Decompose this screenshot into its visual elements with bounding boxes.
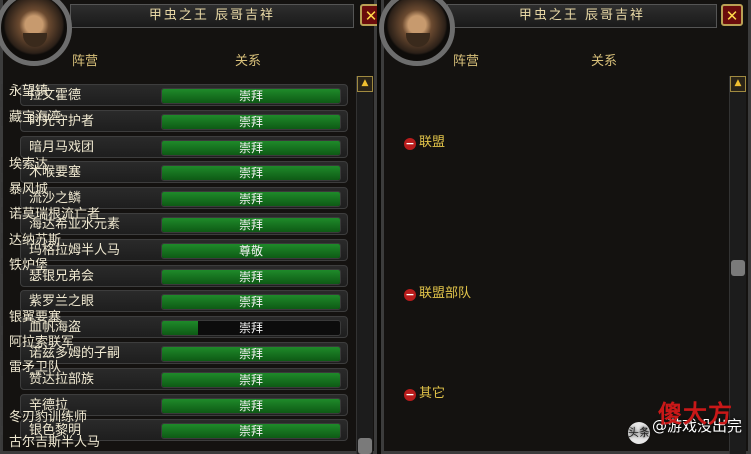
faction-row[interactable]: 银翼要塞崇拜: [0, 306, 61, 328]
reputation-bar: 崇拜: [1, 410, 3, 426]
standing-label: 崇拜: [238, 295, 263, 310]
reputation-bar: 崇拜: [161, 88, 341, 104]
collapse-minus-icon[interactable]: −: [404, 389, 416, 401]
reputation-bar: 崇拜: [1, 157, 3, 173]
window-title: 甲虫之王 辰哥吉祥: [447, 4, 717, 28]
standing-label: 崇拜: [238, 140, 263, 155]
standing-label: 崇拜: [238, 218, 263, 232]
faction-row[interactable]: 埃索达崇拜: [0, 153, 48, 175]
reputation-bar: 崇拜: [1, 257, 3, 274]
column-header-relation: 关系: [235, 54, 262, 69]
faction-row[interactable]: 木喉要塞 崇拜: [20, 161, 348, 184]
reputation-bar: 崇拜: [161, 294, 341, 311]
reputation-panel-left: 甲虫之王 辰哥吉祥 ✕ 阵营 关系 ▲ 拉文霍德 崇拜 时光守护者 崇拜 暗月马戏团 崇拜…: [0, 0, 377, 454]
faction-name: 暴风城: [9, 182, 49, 198]
standing-label: 崇拜: [238, 89, 263, 103]
faction-name: 古尔吉斯半人马: [9, 435, 101, 451]
column-header-relation: 关系: [591, 54, 618, 69]
reputation-bar: 崇拜: [1, 110, 3, 126]
faction-row[interactable]: 拉文霍德 崇拜: [20, 84, 348, 106]
reputation-bar: 崇拜: [1, 84, 3, 100]
reputation-bar: 崇拜: [161, 397, 341, 414]
reputation-bar: 崇拜: [161, 423, 341, 440]
reputation-bar: 崇拜: [161, 165, 341, 182]
close-button[interactable]: ✕: [721, 4, 743, 26]
faction-name: 雷矛卫队: [9, 360, 62, 376]
group-header-label: 联盟部队: [419, 286, 472, 301]
standing-label: 崇拜: [238, 398, 263, 413]
standing-label: 崇拜: [238, 372, 263, 387]
reputation-bar: 崇拜: [161, 346, 341, 362]
scrollbar-thumb[interactable]: [731, 260, 745, 276]
reputation-bar: 崇拜: [1, 232, 3, 249]
faction-name: 阿拉索联军: [9, 335, 75, 351]
standing-label: 尊敬: [238, 243, 263, 258]
standing-label: 崇拜: [238, 192, 263, 207]
group-header-label: 联盟: [419, 135, 446, 150]
standing-label: 崇拜: [238, 321, 263, 336]
scroll-up-arrow-icon[interactable]: ▲: [357, 76, 373, 92]
standing-label: 崇拜: [238, 424, 263, 439]
faction-name: 藏宝海湾: [9, 110, 62, 125]
standing-label: 崇拜: [238, 269, 263, 284]
reputation-bar: 尊敬: [161, 242, 341, 259]
column-header-faction: 阵营: [72, 54, 99, 69]
faction-name: 银翼要塞: [9, 310, 62, 325]
group-header-alliance[interactable]: − 联盟: [404, 133, 445, 153]
reputation-bar: 崇拜: [161, 217, 341, 233]
faction-name: 达纳苏斯: [9, 232, 62, 248]
faction-row[interactable]: 雷矛卫队崇拜: [0, 356, 61, 379]
watermark-logo-icon: 头条: [628, 422, 650, 444]
faction-row[interactable]: 冬刃豹训练师崇拜: [0, 406, 87, 428]
faction-row[interactable]: 铁炉堡崇拜: [0, 253, 48, 276]
watermark-brand: 傻大方: [658, 400, 733, 428]
scroll-up-arrow-icon[interactable]: ▲: [730, 76, 746, 92]
faction-row[interactable]: 永望镇崇拜: [0, 80, 48, 102]
reputation-bar: 崇拜: [161, 139, 341, 156]
reputation-bar: 崇拜: [161, 320, 341, 337]
reputation-bar: 崇拜: [161, 268, 341, 285]
faction-row[interactable]: 诺莫瑞根流亡者崇拜: [0, 203, 100, 226]
faction-name: 暗月马戏团: [29, 139, 95, 155]
reputation-bar: 尊敬: [1, 435, 3, 452]
column-header-faction: 阵营: [453, 54, 480, 69]
reputation-bar: 崇拜: [1, 207, 3, 224]
watermark: 头条 @游戏没出完 傻大方: [628, 400, 744, 444]
faction-row[interactable]: 达纳苏斯崇拜: [0, 228, 61, 251]
group-header-other[interactable]: − 其它: [404, 384, 445, 404]
scrollbar-thumb[interactable]: [358, 438, 372, 454]
collapse-minus-icon[interactable]: −: [404, 138, 416, 150]
faction-name: 埃索达: [9, 157, 49, 172]
faction-row[interactable]: 紫罗兰之眼 崇拜: [20, 290, 348, 313]
window-title: 甲虫之王 辰哥吉祥: [70, 4, 354, 28]
faction-row[interactable]: 瑟银兄弟会 崇拜: [20, 264, 348, 287]
reputation-bar: 崇拜: [1, 335, 3, 352]
reputation-bar: 崇拜: [161, 371, 341, 388]
reputation-bar: 崇拜: [1, 310, 3, 326]
faction-name: 诺莫瑞根流亡者: [9, 207, 101, 223]
reputation-bar: 崇拜: [161, 113, 341, 130]
reputation-bar: 崇拜: [1, 182, 3, 199]
faction-name: 永望镇: [9, 84, 49, 99]
faction-name: 铁炉堡: [9, 257, 49, 273]
faction-row[interactable]: 玛格拉姆半人马 尊敬: [20, 238, 348, 261]
reputation-bar: 崇拜: [1, 360, 3, 377]
faction-row[interactable]: 暗月马戏团 崇拜: [20, 135, 348, 158]
faction-row[interactable]: 暴风城崇拜: [0, 178, 48, 201]
reputation-bar: 崇拜: [161, 191, 341, 208]
standing-label: 崇拜: [238, 347, 263, 361]
standing-label: 崇拜: [238, 114, 263, 129]
faction-row[interactable]: 赞达拉部族 崇拜: [20, 367, 348, 390]
faction-row[interactable]: 古尔吉斯半人马尊敬: [0, 431, 100, 454]
faction-row[interactable]: 藏宝海湾崇拜: [0, 106, 61, 128]
faction-name: 冬刃豹训练师: [9, 410, 88, 425]
faction-row[interactable]: 时光守护者 崇拜: [20, 109, 348, 132]
standing-label: 崇拜: [238, 166, 263, 181]
faction-row[interactable]: 阿拉索联军崇拜: [0, 331, 74, 354]
group-header-label: 其它: [419, 386, 446, 401]
scrollbar[interactable]: ▲: [356, 76, 373, 454]
group-header-alliance-forces[interactable]: − 联盟部队: [404, 284, 471, 304]
close-button[interactable]: ✕: [360, 4, 377, 26]
collapse-minus-icon[interactable]: −: [404, 289, 416, 301]
